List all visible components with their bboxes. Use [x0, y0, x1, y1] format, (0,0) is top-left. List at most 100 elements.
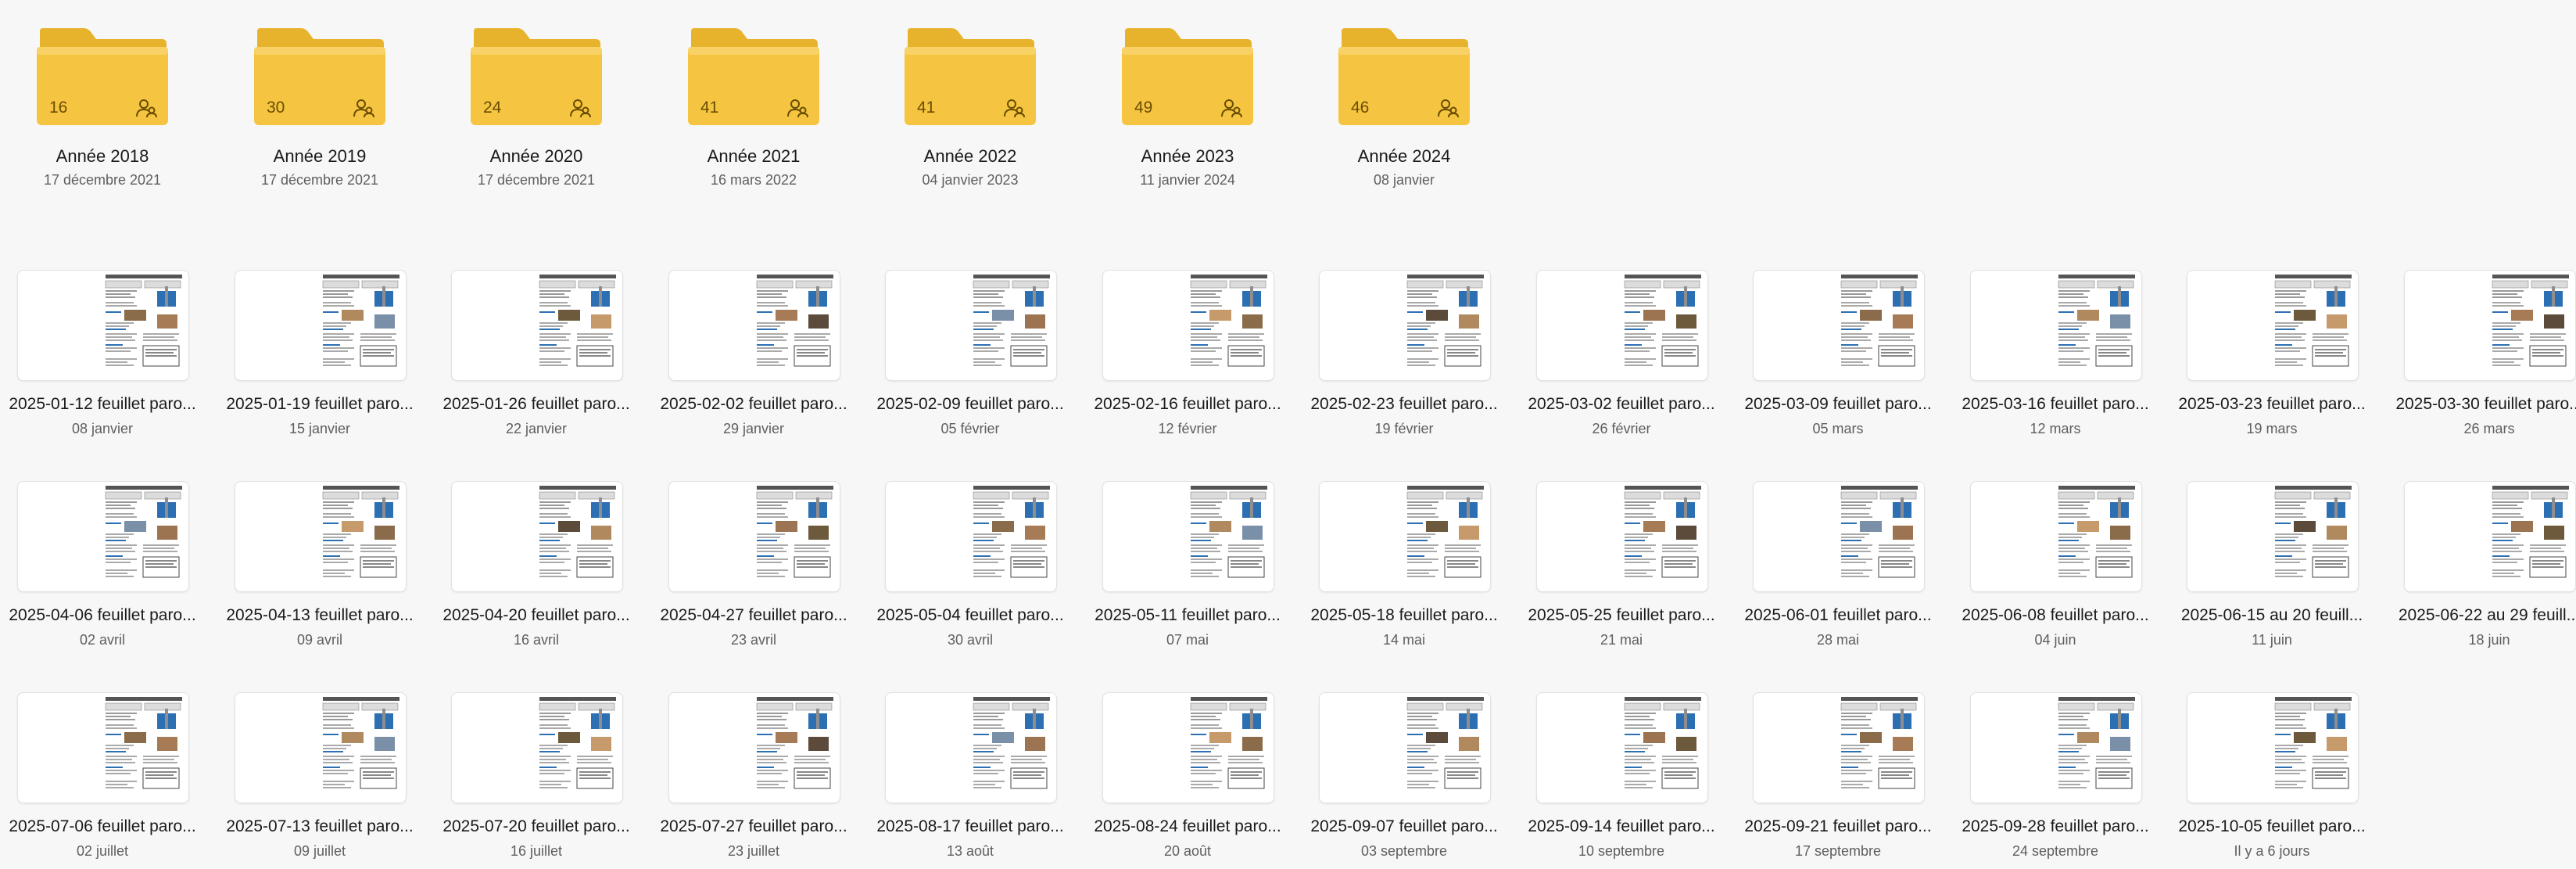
file-item-date: 30 avril [947, 632, 994, 648]
folder-item-date: 17 décembre 2021 [477, 172, 596, 188]
folder-item[interactable]: 49 Année 2023 11 janvier 2024 [1085, 23, 1265, 196]
file-item-name: 2025-04-20 feuillet paro... [442, 606, 630, 624]
file-item[interactable]: 2025-05-18 feuillet paro... 14 mai [1302, 481, 1507, 661]
file-item[interactable]: 2025-01-26 feuillet paro... 22 janvier [434, 270, 639, 450]
folder-item-name: Année 2021 [707, 146, 801, 166]
file-item-date: 19 février [1374, 421, 1434, 436]
file-item[interactable]: 2025-09-28 feuillet paro... 24 septembre [1953, 692, 2158, 869]
document-thumbnail [451, 692, 623, 803]
file-item[interactable]: 2025-07-13 feuillet paro... 09 juillet [217, 692, 422, 869]
shared-people-icon [1438, 99, 1459, 118]
document-thumbnail [1319, 692, 1491, 803]
file-item-date: 04 juin [2034, 632, 2076, 648]
file-item[interactable]: 2025-03-02 feuillet paro... 26 février [1519, 270, 1724, 450]
folder-item-name: Année 2019 [273, 146, 367, 166]
document-thumbnail [1319, 481, 1491, 592]
file-item[interactable]: 2025-06-08 feuillet paro... 04 juin [1953, 481, 2158, 661]
shared-people-icon [353, 99, 374, 118]
folder-item-name: Année 2018 [56, 146, 149, 166]
file-item-date: 23 avril [730, 632, 777, 648]
file-item-name: 2025-07-27 feuillet paro... [660, 817, 847, 835]
file-item[interactable]: 2025-01-19 feuillet paro... 15 janvier [217, 270, 422, 450]
file-item-name: 2025-03-30 feuillet paro... [2395, 395, 2576, 413]
folder-icon: 30 [253, 28, 387, 127]
file-item[interactable]: 2025-09-14 feuillet paro... 10 septembre [1519, 692, 1724, 869]
file-item[interactable]: 2025-04-06 feuillet paro... 02 avril [0, 481, 205, 661]
document-thumbnail [1536, 270, 1708, 381]
file-item[interactable]: 2025-04-20 feuillet paro... 16 avril [434, 481, 639, 661]
file-item[interactable]: 2025-03-30 feuillet paro... 26 mars [2387, 270, 2576, 450]
file-explorer: 16 Année 2018 17 décembre 2021 30 Année … [0, 0, 2576, 869]
file-item[interactable]: 2025-05-11 feuillet paro... 07 mai [1085, 481, 1290, 661]
folder-item-count: 41 [700, 99, 719, 117]
file-item-date: 08 janvier [71, 421, 134, 436]
file-item[interactable]: 2025-07-27 feuillet paro... 23 juillet [651, 692, 856, 869]
file-item[interactable]: 2025-08-17 feuillet paro... 13 août [868, 692, 1073, 869]
file-item[interactable]: 2025-02-09 feuillet paro... 05 février [868, 270, 1073, 450]
file-item[interactable]: 2025-10-05 feuillet paro... Il y a 6 jou… [2169, 692, 2374, 869]
file-item-name: 2025-03-09 feuillet paro... [1744, 395, 1932, 413]
shared-people-icon [1221, 99, 1242, 118]
file-item-name: 2025-08-24 feuillet paro... [1094, 817, 1281, 835]
folder-item[interactable]: 41 Année 2022 04 janvier 2023 [868, 23, 1048, 196]
document-thumbnail [451, 270, 623, 381]
file-item-date: 05 mars [1812, 421, 1864, 436]
file-item-name: 2025-05-11 feuillet paro... [1095, 606, 1281, 624]
file-item-name: 2025-09-07 feuillet paro... [1310, 817, 1498, 835]
file-item-date: 24 septembre [2012, 843, 2099, 859]
file-item-name: 2025-05-04 feuillet paro... [876, 606, 1064, 624]
file-item-name: 2025-09-21 feuillet paro... [1744, 817, 1932, 835]
file-item[interactable]: 2025-02-16 feuillet paro... 12 février [1085, 270, 1290, 450]
folder-item-date: 04 janvier 2023 [922, 172, 1019, 188]
file-item[interactable]: 2025-02-02 feuillet paro... 29 janvier [651, 270, 856, 450]
file-item-name: 2025-01-26 feuillet paro... [442, 395, 630, 413]
document-thumbnail [2404, 270, 2576, 381]
file-item[interactable]: 2025-06-22 au 29 feuill... 18 juin [2387, 481, 2576, 661]
folder-item-date: 16 mars 2022 [710, 172, 797, 188]
file-item[interactable]: 2025-04-27 feuillet paro... 23 avril [651, 481, 856, 661]
file-item[interactable]: 2025-01-12 feuillet paro... 08 janvier [0, 270, 205, 450]
folder-item[interactable]: 24 Année 2020 17 décembre 2021 [434, 23, 614, 196]
file-item-name: 2025-09-28 feuillet paro... [1962, 817, 2149, 835]
file-item-date: 09 avril [296, 632, 343, 648]
shared-people-icon [787, 99, 808, 118]
file-item-date: 07 mai [1166, 632, 1209, 648]
file-item-name: 2025-04-06 feuillet paro... [9, 606, 196, 624]
file-item-date: 29 janvier [722, 421, 785, 436]
folder-item-count: 24 [483, 99, 502, 117]
file-item[interactable]: 2025-03-16 feuillet paro... 12 mars [1953, 270, 2158, 450]
file-item-date: 09 juillet [293, 843, 346, 859]
folder-item[interactable]: 46 Année 2024 08 janvier [1302, 23, 1481, 196]
file-item[interactable]: 2025-09-21 feuillet paro... 17 septembre [1736, 692, 1940, 869]
file-item[interactable]: 2025-06-15 au 20 feuill... 11 juin [2169, 481, 2374, 661]
file-item-date: 05 février [940, 421, 1000, 436]
document-thumbnail [1536, 692, 1708, 803]
folder-item[interactable]: 16 Année 2018 17 décembre 2021 [0, 23, 180, 196]
file-item[interactable]: 2025-04-13 feuillet paro... 09 avril [217, 481, 422, 661]
file-item[interactable]: 2025-07-06 feuillet paro... 02 juillet [0, 692, 205, 869]
file-item[interactable]: 2025-02-23 feuillet paro... 19 février [1302, 270, 1507, 450]
document-thumbnail [17, 270, 189, 381]
folder-icon: 46 [1337, 28, 1471, 127]
file-item[interactable]: 2025-06-01 feuillet paro... 28 mai [1736, 481, 1940, 661]
folder-item-name: Année 2024 [1357, 146, 1451, 166]
folder-item[interactable]: 41 Année 2021 16 mars 2022 [651, 23, 831, 196]
document-thumbnail [1970, 481, 2142, 592]
file-item[interactable]: 2025-03-23 feuillet paro... 19 mars [2169, 270, 2374, 450]
folder-item-count: 16 [49, 99, 68, 117]
document-thumbnail [885, 481, 1057, 592]
file-item[interactable]: 2025-09-07 feuillet paro... 03 septembre [1302, 692, 1507, 869]
file-item-name: 2025-07-20 feuillet paro... [442, 817, 630, 835]
file-item[interactable]: 2025-08-24 feuillet paro... 20 août [1085, 692, 1290, 869]
folder-item-name: Année 2022 [923, 146, 1017, 166]
file-item[interactable]: 2025-07-20 feuillet paro... 16 juillet [434, 692, 639, 869]
file-item-name: 2025-08-17 feuillet paro... [876, 817, 1064, 835]
file-item[interactable]: 2025-05-04 feuillet paro... 30 avril [868, 481, 1073, 661]
folder-icon: 24 [469, 28, 604, 127]
document-thumbnail [17, 481, 189, 592]
file-item[interactable]: 2025-03-09 feuillet paro... 05 mars [1736, 270, 1940, 450]
folder-item[interactable]: 30 Année 2019 17 décembre 2021 [217, 23, 397, 196]
file-item-date: 16 juillet [510, 843, 563, 859]
file-item-date: 02 avril [79, 632, 126, 648]
file-item[interactable]: 2025-05-25 feuillet paro... 21 mai [1519, 481, 1724, 661]
